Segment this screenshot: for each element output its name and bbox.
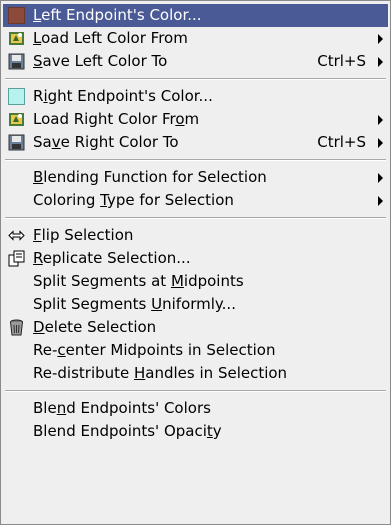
menu-item-split-at-midpoints[interactable]: Split Segments at Midpoints (3, 270, 388, 293)
menu-item-blend-colors[interactable]: Blend Endpoints' Colors (3, 397, 388, 420)
menu-item-flip-selection[interactable]: Flip Selection (3, 224, 388, 247)
trash-can-icon (7, 318, 26, 337)
menu-separator (5, 390, 386, 392)
color-swatch-icon (7, 87, 26, 106)
menu-separator (5, 78, 386, 80)
menu-item-label: Re-center Midpoints in Selection (33, 341, 276, 359)
menu-item-save-left-color-to[interactable]: Save Left Color To Ctrl+S (3, 50, 388, 73)
menu-item-label: Save Right Color To (33, 133, 179, 151)
menu-item-blend-opacity[interactable]: Blend Endpoints' Opacity (3, 420, 388, 443)
menu-item-load-left-color-from[interactable]: Load Left Color From (3, 27, 388, 50)
load-color-icon (7, 110, 26, 129)
menu-item-label: Blend Endpoints' Opacity (33, 422, 222, 440)
menu-item-delete-selection[interactable]: Delete Selection (3, 316, 388, 339)
menu-item-load-right-color-from[interactable]: Load Right Color From (3, 108, 388, 131)
load-color-icon (7, 29, 26, 48)
menu-item-label: Split Segments Uniformly... (33, 295, 236, 313)
save-floppy-icon (7, 133, 26, 152)
menu-item-label: Blend Endpoints' Colors (33, 399, 211, 417)
menu-item-label: Blending Function for Selection (33, 168, 267, 186)
shortcut-label: Ctrl+S (317, 52, 366, 70)
menu-item-coloring-type[interactable]: Coloring Type for Selection (3, 189, 388, 212)
menu-item-label: Left Endpoint's Color... (33, 6, 202, 24)
replicate-icon (7, 249, 26, 268)
menu-item-redistribute-handles[interactable]: Re-distribute Handles in Selection (3, 362, 388, 385)
submenu-arrow-icon (378, 34, 383, 44)
shortcut-label: Ctrl+S (317, 133, 366, 151)
menu-item-left-endpoint-color[interactable]: Left Endpoint's Color... (3, 4, 388, 27)
submenu-arrow-icon (378, 173, 383, 183)
menu-item-label: Load Right Color From (33, 110, 200, 128)
menu-item-save-right-color-to[interactable]: Save Right Color To Ctrl+S (3, 131, 388, 154)
menu-item-label: Replicate Selection... (33, 249, 191, 267)
menu-item-replicate-selection[interactable]: Replicate Selection... (3, 247, 388, 270)
menu-item-label: Right Endpoint's Color... (33, 87, 213, 105)
color-swatch-icon (7, 6, 26, 25)
flip-arrows-icon (7, 226, 26, 245)
menu-item-blending-function[interactable]: Blending Function for Selection (3, 166, 388, 189)
menu-item-label: Delete Selection (33, 318, 157, 336)
gradient-editor-context-menu: Left Endpoint's Color... Load Left Color… (0, 0, 391, 525)
menu-item-label: Flip Selection (33, 226, 134, 244)
submenu-arrow-icon (378, 138, 383, 148)
submenu-arrow-icon (378, 57, 383, 67)
menu-item-right-endpoint-color[interactable]: Right Endpoint's Color... (3, 85, 388, 108)
submenu-arrow-icon (378, 115, 383, 125)
menu-separator (5, 159, 386, 161)
menu-item-label: Split Segments at Midpoints (33, 272, 244, 290)
menu-item-label: Coloring Type for Selection (33, 191, 234, 209)
menu-item-label: Save Left Color To (33, 52, 168, 70)
menu-separator (5, 217, 386, 219)
menu-item-label: Re-distribute Handles in Selection (33, 364, 288, 382)
submenu-arrow-icon (378, 196, 383, 206)
menu-item-label: Load Left Color From (33, 29, 188, 47)
menu-item-split-uniformly[interactable]: Split Segments Uniformly... (3, 293, 388, 316)
menu-item-recenter-midpoints[interactable]: Re-center Midpoints in Selection (3, 339, 388, 362)
save-floppy-icon (7, 52, 26, 71)
